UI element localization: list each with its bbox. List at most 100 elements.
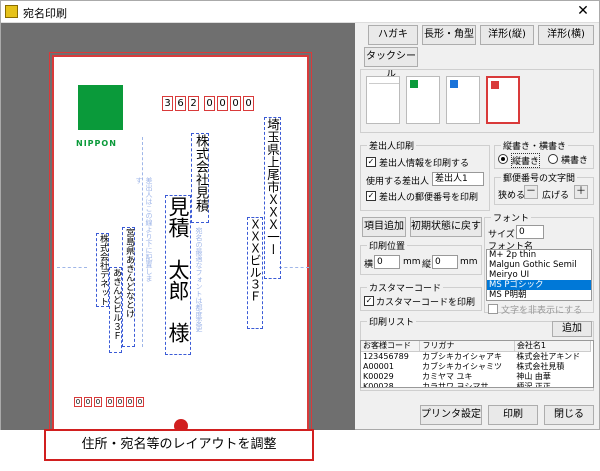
recipient-company[interactable]: 株式会社見積 <box>191 133 209 223</box>
sender-address-2[interactable]: あきんどビル３Ｆ <box>109 267 122 353</box>
zip-digit-box: 2 <box>188 96 199 111</box>
nippon-logo <box>78 85 123 130</box>
layout-adjust-caption: 住所・宛名等のレイアウトを調整 <box>44 429 314 461</box>
print-list-table[interactable]: お客様コード フリガナ 会社名1 123456789 カブシキカイシャアキ 株式会社アキ… <box>360 340 594 388</box>
print-sender-label: 差出人情報を印刷する <box>379 159 470 169</box>
close-window-button[interactable]: ✕ <box>573 3 593 19</box>
window-title: 宛名印刷 <box>23 7 67 20</box>
sender-company[interactable]: 株式会社デネット <box>96 233 109 307</box>
title-bar: 宛名印刷 ✕ <box>1 1 599 23</box>
font-title: フォント <box>491 211 532 224</box>
font-list-item[interactable]: MS P明朝 <box>487 290 591 300</box>
sender-zip-digit-box: 0 <box>84 397 92 407</box>
template-thumb-3[interactable] <box>446 76 480 124</box>
sender-zip-digit-box: 0 <box>116 397 124 407</box>
recipient-address-1[interactable]: 埼玉県上尾市ＸＸＸ一ー <box>264 117 281 279</box>
sender-hint: 差出人はこの線より下に配置します <box>135 177 153 282</box>
table-cell: カブシキカイシャアキ <box>421 352 502 361</box>
table-cell: カブシキカイシャミツ <box>421 362 502 371</box>
table-cell: カラサワ ヨシマサ <box>421 382 489 388</box>
font-list-item[interactable]: M+ 2p thin <box>487 250 591 260</box>
table-cell: 柄沢 正正 <box>516 382 551 388</box>
sender-zip-digit-box: 0 <box>136 397 144 407</box>
print-sender-zip-label: 差出人の郵便番号を印刷 <box>379 193 479 203</box>
recipient-address-2[interactable]: ＸＸＸビル３Ｆ <box>247 217 263 329</box>
tab-hagaki[interactable]: ハガキ <box>368 25 418 45</box>
print-barcode-checkbox[interactable]: ✓ <box>364 296 374 306</box>
mm-label-2: mm <box>460 257 478 267</box>
hide-text-checkbox[interactable] <box>488 304 498 314</box>
tab-long-envelope[interactable]: 長形・角型 <box>422 25 476 45</box>
table-row[interactable]: K00029 カミヤマ ユキ 神山 由華 <box>361 372 591 382</box>
zip-digit-box: 0 <box>217 96 228 111</box>
horizontal-pos-label: 横 <box>364 260 374 270</box>
postcard-preview[interactable]: NIPPON 3620000 埼玉県上尾市ＸＸＸ一ー ＸＸＸビル３Ｆ 株式会社見… <box>49 52 312 435</box>
print-list-title: 印刷リスト <box>367 315 417 328</box>
vertical-pos-label: 縦 <box>422 260 432 270</box>
recipient-name[interactable]: 見積 太郎 様 <box>165 195 191 355</box>
sender-address-1[interactable]: 宮島県あきんどなとけ <box>122 227 135 347</box>
close-button[interactable]: 閉じる <box>544 405 594 425</box>
vertical-pos-input[interactable]: 0 <box>432 255 458 269</box>
table-row[interactable]: K00028 カラサワ ヨシマサ 柄沢 正正 <box>361 382 591 388</box>
tab-western-horizontal[interactable]: 洋形(横) <box>538 25 594 45</box>
print-position-title: 印刷位置 <box>367 239 408 252</box>
narrow-label: 狭める <box>498 191 526 201</box>
zip-digit-box: 0 <box>204 96 215 111</box>
template-thumb-4[interactable] <box>486 76 520 124</box>
print-sender-checkbox[interactable]: ✓ <box>366 157 376 167</box>
zip-digit-box: 0 <box>230 96 241 111</box>
sender-select[interactable]: 差出人1 <box>432 172 484 186</box>
table-row[interactable]: 123456789 カブシキカイシャアキ 株式会社アキンド <box>361 352 591 363</box>
table-cell: 123456789 <box>363 352 409 361</box>
guide-line-right <box>279 267 309 268</box>
customer-code-title: カスタマーコード <box>367 281 444 294</box>
brand-label: NIPPON <box>76 139 117 148</box>
narrow-button[interactable]: － <box>524 185 538 199</box>
app-icon <box>5 5 18 18</box>
table-cell: 株式会社アキンド <box>516 352 581 361</box>
font-list[interactable]: M+ 2p thin Malgun Gothic Semil Meiryo UI MS… <box>486 249 592 301</box>
vertical-radio[interactable] <box>498 154 508 164</box>
font-list-item[interactable]: Malgun Gothic Semil <box>487 260 591 270</box>
zip-digit-box: 0 <box>243 96 254 111</box>
reset-button[interactable]: 初期状態に戻す <box>410 217 482 237</box>
print-button[interactable]: 印刷 <box>488 405 538 425</box>
column-header[interactable]: お客様コード <box>361 341 421 352</box>
column-header[interactable]: フリガナ <box>419 341 515 352</box>
horizontal-label: 横書き <box>561 156 589 166</box>
sender-title: 差出人印刷 <box>367 139 417 152</box>
table-cell: 神山 由華 <box>516 372 551 381</box>
table-cell: 株式会社見積 <box>516 362 565 371</box>
column-header[interactable]: 会社名1 <box>514 341 592 352</box>
font-list-item[interactable]: Meiryo UI <box>487 270 591 280</box>
widen-button[interactable]: ＋ <box>574 185 588 199</box>
print-sender-zip-checkbox[interactable]: ✓ <box>366 191 376 201</box>
template-thumb-1[interactable] <box>366 76 400 124</box>
table-cell: K00029 <box>363 372 394 381</box>
add-button[interactable]: 追加 <box>552 321 592 337</box>
mm-label-1: mm <box>403 257 421 267</box>
printer-settings-button[interactable]: プリンタ設定 <box>420 405 482 425</box>
horizontal-pos-input[interactable]: 0 <box>374 255 400 269</box>
sender-zip-digit-box: 0 <box>94 397 102 407</box>
address-print-window: 宛名印刷 ✕ NIPPON 3620000 埼玉県上尾市ＸＸＸ一ー ＸＸＸビル３… <box>0 0 600 449</box>
horizontal-radio[interactable] <box>548 154 558 164</box>
settings-panel: ハガキ 長形・角型 洋形(縦) 洋形(横) タックシール 差出人印刷 ✓ 差出人… <box>356 23 600 430</box>
sender-zip-digit-box: 0 <box>106 397 114 407</box>
tab-tack-seal[interactable]: タックシール <box>364 47 418 80</box>
hide-text-label: 文字を非表示にする <box>501 306 583 316</box>
table-cell: A00001 <box>363 362 394 371</box>
add-item-button[interactable]: 項目追加 <box>362 217 406 237</box>
sender-zip-digit-box: 0 <box>126 397 134 407</box>
table-cell: カミヤマ ユキ <box>421 372 473 381</box>
font-size-input[interactable]: 0 <box>516 225 544 239</box>
zip-digit-box: 3 <box>162 96 173 111</box>
tab-western-vertical[interactable]: 洋形(縦) <box>480 25 534 45</box>
table-cell: K00028 <box>363 382 394 388</box>
table-row[interactable]: A00001 カブシキカイシャミツ 株式会社見積 <box>361 362 591 372</box>
sender-zip-digit-box: 0 <box>74 397 82 407</box>
template-thumb-2[interactable] <box>406 76 440 124</box>
preview-canvas: NIPPON 3620000 埼玉県上尾市ＸＸＸ一ー ＸＸＸビル３Ｆ 株式会社見… <box>1 23 355 449</box>
font-list-item[interactable]: MS Pゴシック <box>487 280 591 290</box>
